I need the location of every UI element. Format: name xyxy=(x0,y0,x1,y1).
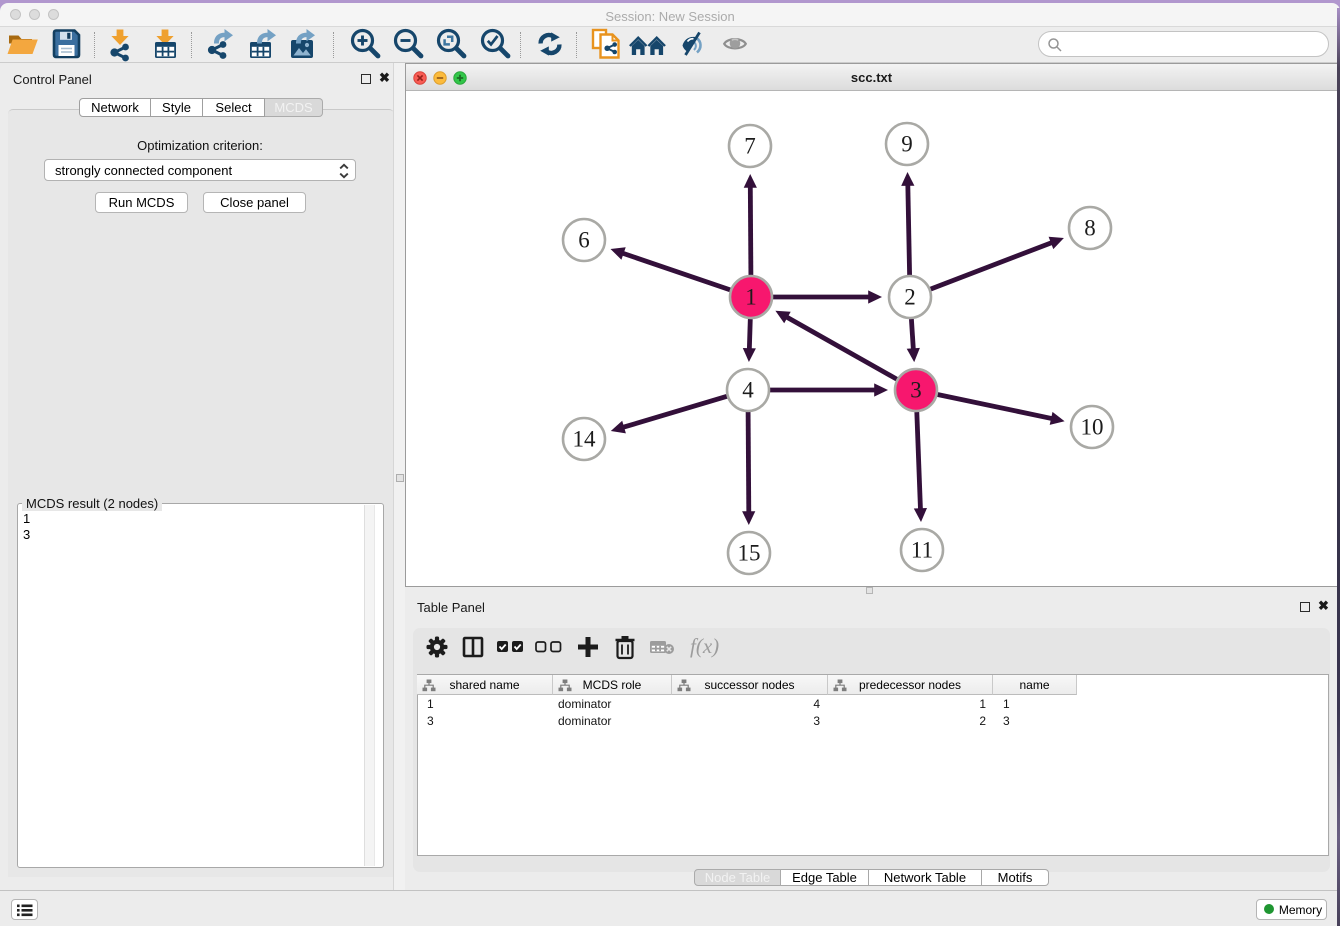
svg-text:14: 14 xyxy=(573,427,597,452)
svg-text:1: 1 xyxy=(745,285,757,310)
svg-text:15: 15 xyxy=(738,541,761,566)
svg-text:6: 6 xyxy=(578,228,590,253)
svg-text:2: 2 xyxy=(904,285,916,310)
svg-text:8: 8 xyxy=(1084,216,1096,241)
svg-text:4: 4 xyxy=(742,378,754,403)
svg-text:9: 9 xyxy=(901,132,913,157)
svg-text:11: 11 xyxy=(911,538,933,563)
svg-text:10: 10 xyxy=(1081,415,1104,440)
svg-text:3: 3 xyxy=(910,378,922,403)
svg-text:7: 7 xyxy=(744,134,756,159)
